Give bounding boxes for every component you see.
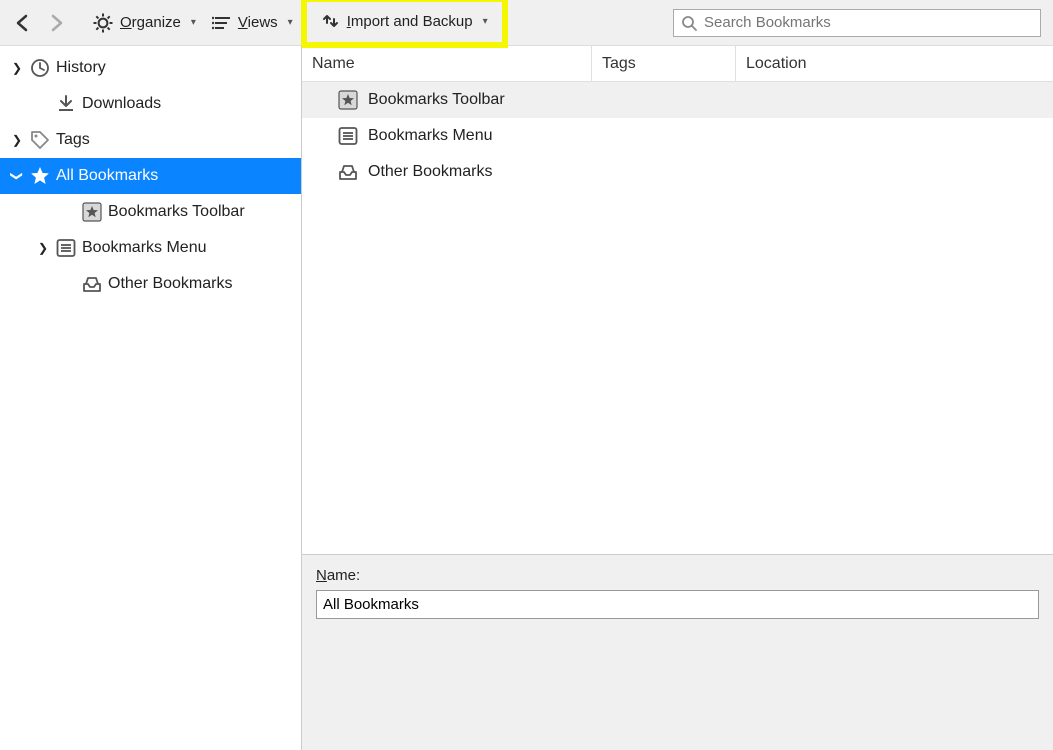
toolbar: Organize ▾ Views ▾ Import and Backup ▾: [0, 0, 1053, 46]
list-icon: [212, 13, 232, 33]
sidebar-item-label: All Bookmarks: [56, 167, 158, 185]
sidebar-item-bookmarks-toolbar[interactable]: · Bookmarks Toolbar: [0, 194, 301, 230]
views-label: Views: [238, 14, 278, 31]
list-item-label: Bookmarks Toolbar: [368, 91, 505, 109]
menu-icon: [338, 126, 358, 146]
sidebar-item-downloads[interactable]: · Downloads: [0, 86, 301, 122]
search-icon: [680, 14, 698, 32]
column-location[interactable]: Location: [736, 46, 1053, 81]
sidebar-item-label: Bookmarks Toolbar: [108, 203, 245, 221]
list-item[interactable]: Other Bookmarks: [302, 154, 1053, 190]
sidebar-item-label: Downloads: [82, 95, 161, 113]
chevron-down-icon: ▾: [483, 16, 488, 27]
search-box[interactable]: [673, 9, 1041, 37]
forward-button[interactable]: [40, 8, 74, 38]
list-item-label: Other Bookmarks: [368, 163, 492, 181]
tray-icon: [338, 162, 358, 182]
star-box-icon: [338, 90, 358, 110]
detail-name-label: Name:: [316, 567, 1039, 584]
expand-icon[interactable]: ❯: [10, 61, 24, 75]
download-icon: [56, 94, 76, 114]
sidebar-item-all-bookmarks[interactable]: ❯ All Bookmarks: [0, 158, 301, 194]
clock-icon: [30, 58, 50, 78]
expand-icon[interactable]: ❯: [36, 241, 50, 255]
star-box-icon: [82, 202, 102, 222]
content-area: Name Tags Location Bookmarks Toolbar Boo…: [302, 46, 1053, 750]
detail-pane: Name:: [302, 554, 1053, 750]
chevron-down-icon: ▾: [191, 17, 196, 28]
list-item[interactable]: Bookmarks Menu: [302, 118, 1053, 154]
detail-name-input[interactable]: [316, 590, 1039, 619]
list-item[interactable]: Bookmarks Toolbar: [302, 82, 1053, 118]
sidebar-item-history[interactable]: ❯ History: [0, 50, 301, 86]
sidebar-item-label: Tags: [56, 131, 90, 149]
expand-icon[interactable]: ❯: [10, 133, 24, 147]
sidebar-item-tags[interactable]: ❯ Tags: [0, 122, 301, 158]
back-arrow-icon: [12, 12, 34, 34]
column-tags[interactable]: Tags: [592, 46, 736, 81]
gear-icon: [92, 12, 114, 34]
import-backup-highlight: Import and Backup ▾: [301, 0, 508, 48]
sidebar-item-label: Other Bookmarks: [108, 275, 232, 293]
chevron-down-icon: ▾: [288, 17, 293, 28]
sidebar-item-label: History: [56, 59, 106, 77]
search-input[interactable]: [704, 14, 1034, 31]
collapse-icon[interactable]: ❯: [10, 169, 24, 183]
tag-icon: [30, 130, 50, 150]
forward-arrow-icon: [46, 12, 68, 34]
import-backup-label: Import and Backup: [347, 13, 473, 30]
sidebar: ❯ History · Downloads ❯ Tags ❯ All Bookm…: [0, 46, 302, 750]
sidebar-item-bookmarks-menu[interactable]: ❯ Bookmarks Menu: [0, 230, 301, 266]
sidebar-item-other-bookmarks[interactable]: · Other Bookmarks: [0, 266, 301, 302]
views-menu[interactable]: Views ▾: [204, 9, 301, 37]
column-name[interactable]: Name: [302, 46, 592, 81]
sidebar-item-label: Bookmarks Menu: [82, 239, 207, 257]
import-export-icon: [321, 14, 341, 30]
menu-icon: [56, 238, 76, 258]
bookmark-list: Bookmarks Toolbar Bookmarks Menu Other B…: [302, 82, 1053, 554]
star-icon: [30, 166, 50, 186]
tray-icon: [82, 274, 102, 294]
column-headers: Name Tags Location: [302, 46, 1053, 82]
back-button[interactable]: [6, 8, 40, 38]
organize-label: Organize: [120, 14, 181, 31]
list-item-label: Bookmarks Menu: [368, 127, 493, 145]
main-area: ❯ History · Downloads ❯ Tags ❯ All Bookm…: [0, 46, 1053, 750]
organize-menu[interactable]: Organize ▾: [84, 8, 204, 38]
import-backup-menu[interactable]: Import and Backup ▾: [313, 9, 496, 34]
